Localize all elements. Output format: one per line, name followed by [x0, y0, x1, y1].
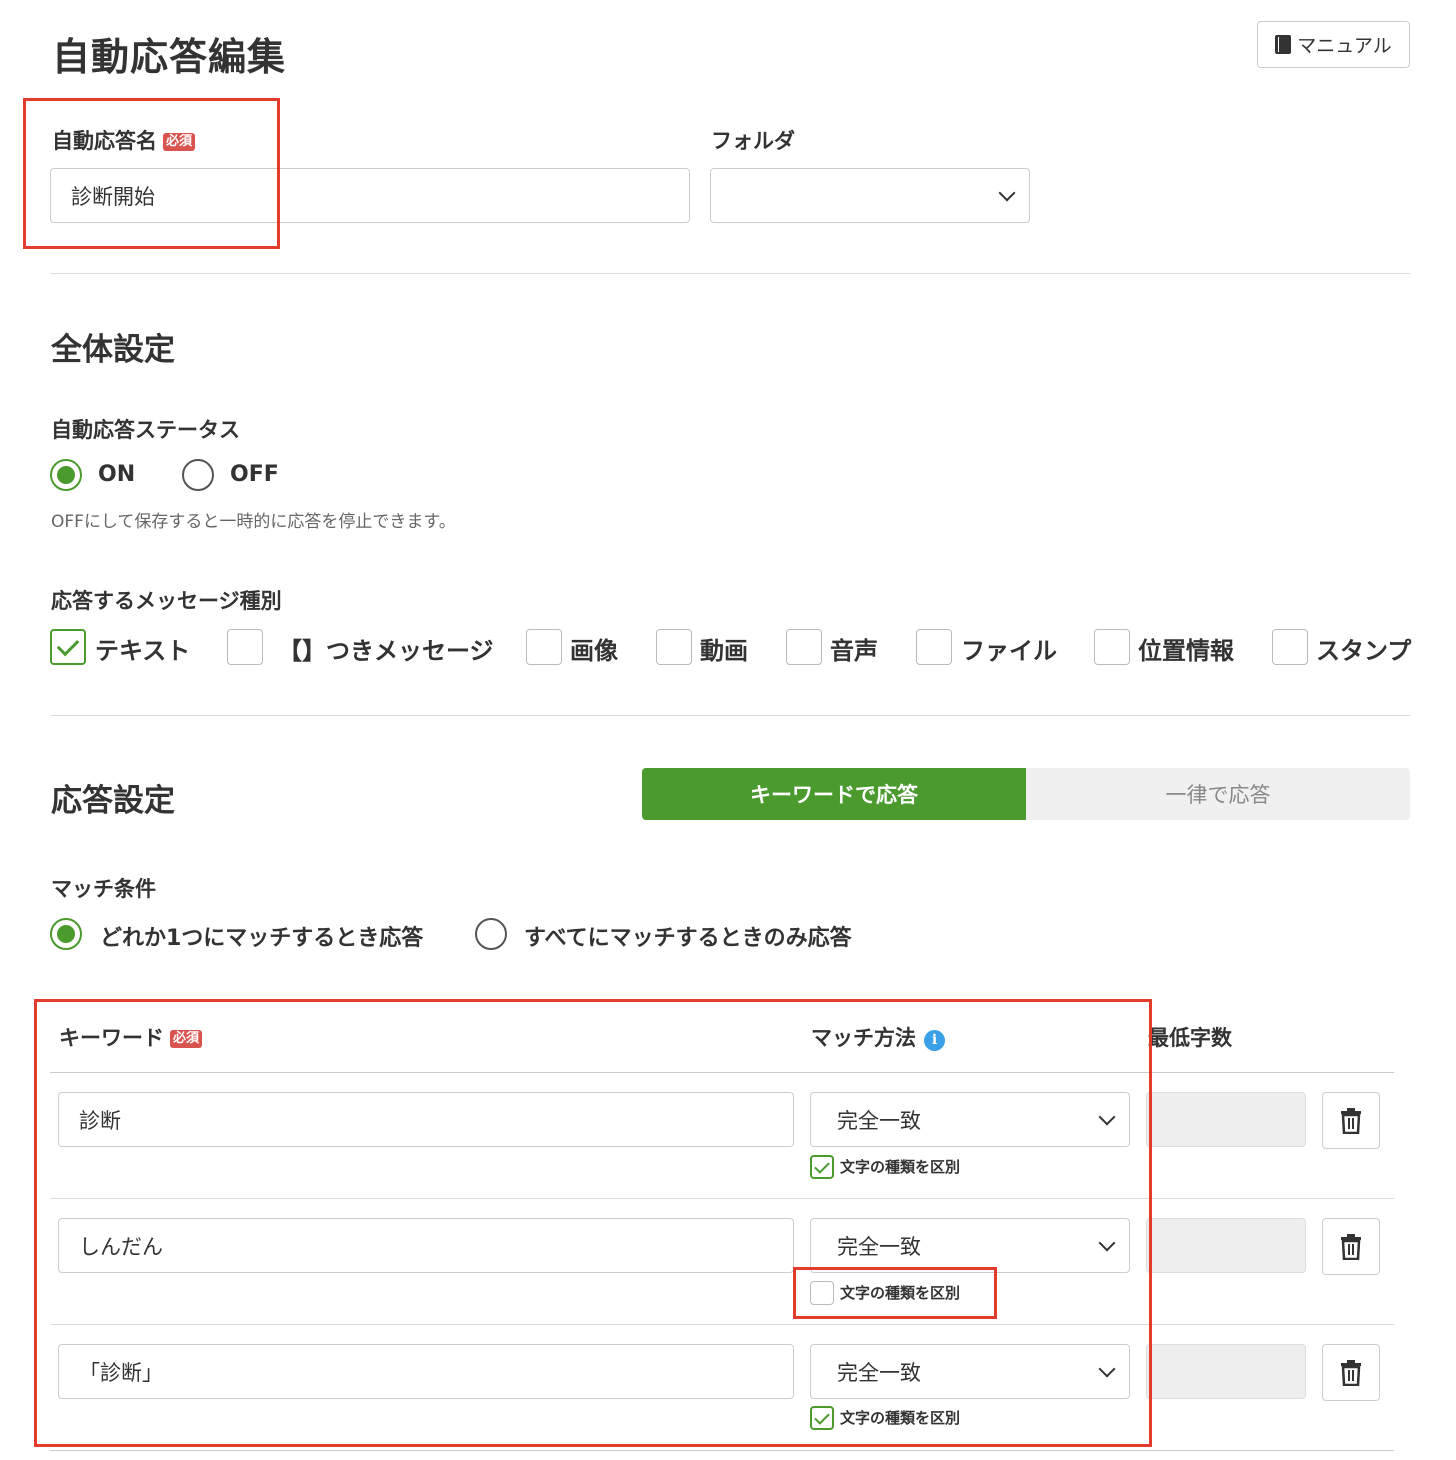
type-text-label: テキスト	[95, 637, 191, 665]
chevron-down-icon	[998, 184, 1016, 201]
status-off-label: OFF	[230, 462, 279, 487]
type-sticker-label: スタンプ	[1316, 637, 1412, 665]
type-file-checkbox[interactable]	[916, 629, 952, 665]
book-icon	[1275, 35, 1292, 54]
status-label: 自動応答ステータス	[51, 418, 240, 442]
type-location-label: 位置情報	[1138, 637, 1234, 665]
delete-row-button[interactable]	[1322, 1344, 1380, 1401]
trash-icon	[1341, 1107, 1361, 1134]
trash-icon	[1341, 1233, 1361, 1260]
match-condition-label: マッチ条件	[51, 877, 156, 901]
delete-row-button[interactable]	[1322, 1092, 1380, 1149]
type-location-checkbox[interactable]	[1094, 629, 1130, 665]
type-file-label: ファイル	[961, 637, 1057, 665]
highlight-box-keywords	[34, 999, 1152, 1447]
row-divider	[50, 1450, 1394, 1451]
delete-row-button[interactable]	[1322, 1218, 1380, 1275]
match-any-label: どれか1つにマッチするとき応答	[100, 926, 424, 951]
highlight-box-distinguish	[793, 1267, 997, 1319]
folder-label: フォルダ	[711, 129, 795, 153]
manual-button[interactable]: マニュアル	[1257, 21, 1410, 68]
folder-select[interactable]	[710, 168, 1030, 223]
trash-icon	[1341, 1359, 1361, 1386]
highlight-box-name	[23, 98, 280, 249]
type-sticker-checkbox[interactable]	[1272, 629, 1308, 665]
status-on-label: ON	[98, 462, 136, 487]
type-image-checkbox[interactable]	[526, 629, 562, 665]
min-chars-input	[1146, 1344, 1306, 1399]
type-bracket-checkbox[interactable]	[227, 629, 263, 665]
type-audio-label: 音声	[830, 637, 878, 665]
divider	[50, 273, 1410, 274]
page-title: 自動応答編集	[52, 35, 287, 79]
type-bracket-label: 【】つきメッセージ	[278, 637, 494, 665]
match-all-radio[interactable]	[475, 918, 507, 950]
type-text-checkbox[interactable]	[50, 629, 86, 665]
status-on-radio[interactable]	[50, 459, 82, 491]
response-section-title: 応答設定	[51, 783, 175, 819]
general-section-title: 全体設定	[51, 332, 175, 368]
type-audio-checkbox[interactable]	[786, 629, 822, 665]
manual-button-label: マニュアル	[1297, 35, 1392, 57]
type-image-label: 画像	[570, 637, 618, 665]
min-chars-input	[1146, 1092, 1306, 1147]
tab-uniform-response[interactable]: 一律で応答	[1026, 768, 1410, 820]
type-video-checkbox[interactable]	[656, 629, 692, 665]
status-off-radio[interactable]	[182, 459, 214, 491]
status-help-text: OFFにして保存すると一時的に応答を停止できます。	[51, 512, 456, 532]
tab-keyword-response[interactable]: キーワードで応答	[642, 768, 1026, 820]
min-chars-column-header: 最低字数	[1148, 1026, 1232, 1050]
match-any-radio[interactable]	[50, 918, 82, 950]
message-types-label: 応答するメッセージ種別	[51, 589, 282, 613]
match-all-label: すべてにマッチするときのみ応答	[524, 926, 852, 951]
divider	[50, 715, 1410, 716]
type-video-label: 動画	[700, 637, 748, 665]
min-chars-input	[1146, 1218, 1306, 1273]
